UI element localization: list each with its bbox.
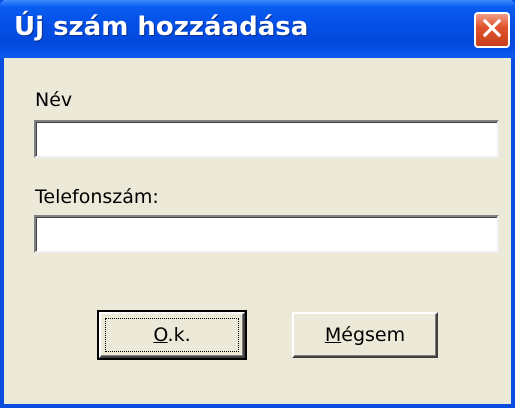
title-bar[interactable]: Új szám hozzáadása <box>0 0 515 58</box>
ok-button[interactable]: O.k. <box>97 310 247 360</box>
add-number-dialog: Új szám hozzáadása Név Telefonszám: O.k.… <box>0 0 515 408</box>
cancel-label-rest: égsem <box>341 324 406 346</box>
cancel-button[interactable]: Mégsem <box>292 312 438 358</box>
ok-mnemonic: O <box>153 324 168 346</box>
ok-label-rest: .k. <box>167 324 191 346</box>
close-button[interactable] <box>474 12 510 48</box>
dialog-title: Új szám hozzáadása <box>14 12 309 42</box>
cancel-mnemonic: M <box>324 324 342 346</box>
phone-input[interactable] <box>34 215 499 253</box>
name-input[interactable] <box>34 120 499 158</box>
name-label: Név <box>35 89 73 111</box>
ok-button-label: O.k. <box>153 324 190 346</box>
cancel-button-label: Mégsem <box>325 324 405 346</box>
close-icon <box>481 17 503 43</box>
phone-label: Telefonszám: <box>35 186 159 208</box>
